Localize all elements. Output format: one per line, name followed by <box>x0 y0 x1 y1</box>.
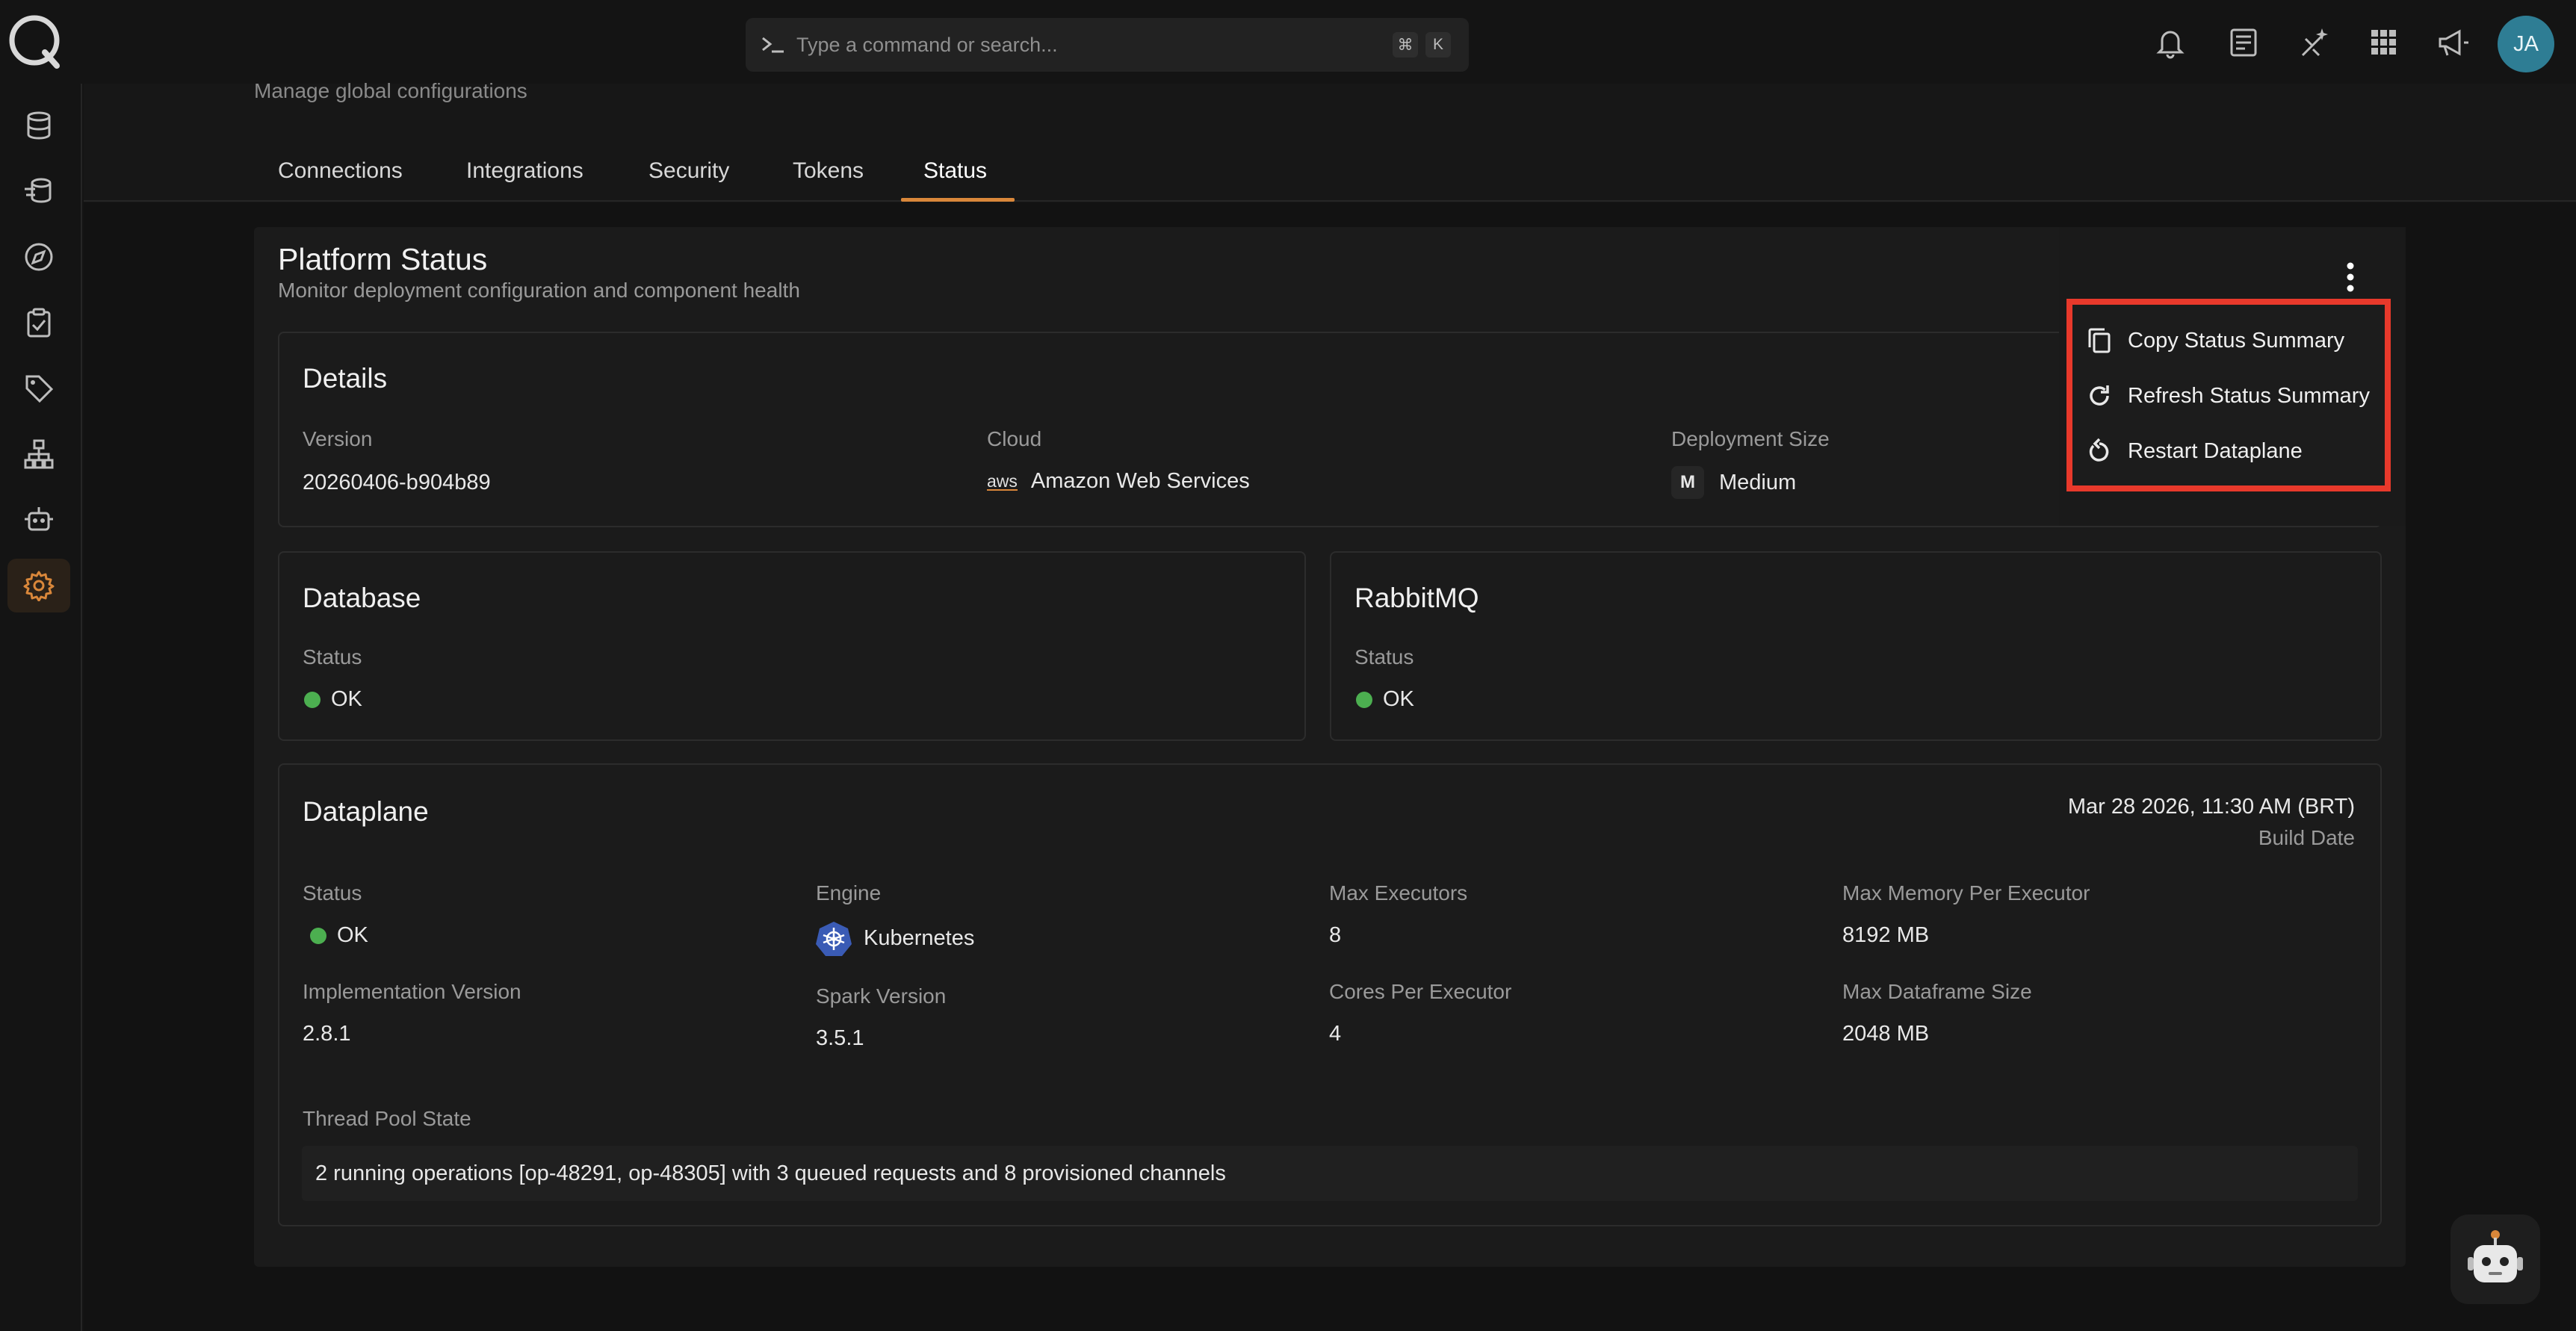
menu-item-label: Copy Status Summary <box>2128 328 2345 353</box>
build-date-label: Build Date <box>2258 826 2355 849</box>
sidebar-item-explore[interactable] <box>7 230 70 284</box>
spark-version-value: 3.5.1 <box>816 1026 864 1050</box>
database-status-label: Status <box>303 645 362 668</box>
rabbitmq-card <box>1330 551 2382 741</box>
sidebar-item-hierarchy[interactable] <box>7 427 70 481</box>
top-bar: Type a command or search... ⌘ K JA <box>0 0 2576 84</box>
spark-version-label: Spark Version <box>816 984 947 1008</box>
max-executors-value: 8 <box>1329 923 1342 947</box>
tab-security[interactable]: Security <box>648 158 729 184</box>
assistant-bot-button[interactable] <box>2450 1214 2540 1304</box>
status-ok-dot <box>1356 691 1372 708</box>
compass-icon <box>25 243 53 271</box>
hierarchy-icon <box>24 439 54 469</box>
dataplane-status-label: Status <box>303 881 362 905</box>
tab-tokens[interactable]: Tokens <box>793 158 864 184</box>
database-icon <box>27 111 51 140</box>
cloud-value-row: aws Amazon Web Services <box>987 469 1250 494</box>
robot-assistant-icon <box>2468 1230 2523 1282</box>
cores-label: Cores Per Executor <box>1329 980 1512 1003</box>
menu-item-refresh-status-summary[interactable]: Refresh Status Summary <box>2086 373 2370 418</box>
engine-label: Engine <box>816 881 882 905</box>
rabbitmq-status-value: OK <box>1383 687 1414 711</box>
impl-version-value: 2.8.1 <box>303 1022 351 1046</box>
dataplane-title: Dataplane <box>303 796 429 827</box>
tag-icon <box>25 375 54 403</box>
impl-version-label: Implementation Version <box>303 980 521 1003</box>
rabbitmq-status-label: Status <box>1354 645 1414 668</box>
sidebar-item-settings[interactable] <box>7 559 70 612</box>
details-title: Details <box>303 363 388 394</box>
cloud-value: Amazon Web Services <box>1030 469 1250 493</box>
max-dataframe-label: Max Dataframe Size <box>1842 980 2032 1003</box>
shortcut-key-k: K <box>1425 32 1451 58</box>
refresh-icon <box>2090 385 2109 406</box>
status-ok-dot <box>310 927 326 944</box>
max-memory-label: Max Memory Per Executor <box>1842 881 2090 905</box>
tab-connections[interactable]: Connections <box>278 158 403 184</box>
engine-value: Kubernetes <box>864 925 975 950</box>
cloud-label: Cloud <box>987 427 1042 450</box>
deployment-size-label: Deployment Size <box>1671 427 1830 450</box>
database-title: Database <box>303 583 421 613</box>
more-options-icon[interactable] <box>2338 260 2362 294</box>
kubernetes-icon <box>816 922 852 956</box>
page-subtitle: Manage global configurations <box>254 79 527 102</box>
aws-logo-icon: aws <box>987 471 1018 491</box>
sidebar-item-agents[interactable] <box>7 493 70 547</box>
announcements-megaphone-icon[interactable] <box>2436 25 2470 60</box>
rabbitmq-title: RabbitMQ <box>1354 583 1479 613</box>
rabbitmq-status-row: OK <box>1356 687 1414 712</box>
clipboard-check-icon <box>27 308 51 338</box>
version-value: 20260406-b904b89 <box>303 471 491 494</box>
shortcut-key-cmd: ⌘ <box>1393 32 1418 58</box>
app-logo[interactable] <box>7 13 64 70</box>
max-executors-label: Max Executors <box>1329 881 1468 905</box>
copy-icon <box>2088 328 2111 353</box>
tab-integrations[interactable]: Integrations <box>466 158 583 184</box>
sidebar-item-tasks[interactable] <box>7 296 70 350</box>
command-search-bar[interactable]: Type a command or search... ⌘ K <box>746 18 1469 72</box>
status-ok-dot <box>304 691 321 708</box>
database-card <box>278 551 1306 741</box>
user-avatar[interactable]: JA <box>2498 16 2554 72</box>
cores-value: 4 <box>1329 1022 1342 1046</box>
restart-icon <box>2089 438 2109 462</box>
apps-grid-icon[interactable] <box>2367 25 2401 60</box>
active-tab-indicator <box>901 198 1015 202</box>
max-memory-value: 8192 MB <box>1842 923 1930 947</box>
menu-item-label: Refresh Status Summary <box>2128 383 2370 408</box>
magic-wand-icon[interactable] <box>2297 25 2331 60</box>
database-status-value: OK <box>331 687 362 711</box>
sidebar-item-data-stream[interactable] <box>7 164 70 218</box>
max-dataframe-value: 2048 MB <box>1842 1022 1930 1046</box>
build-date-value: Mar 28 2026, 11:30 AM (BRT) <box>2067 795 2355 819</box>
robot-icon <box>25 507 53 531</box>
notifications-bell-icon[interactable] <box>2153 25 2188 60</box>
left-sidebar <box>0 84 82 1331</box>
size-badge-icon: M <box>1671 466 1704 499</box>
deployment-size-value: Medium <box>1719 470 1797 494</box>
tab-status[interactable]: Status <box>923 158 987 184</box>
deployment-size-row: M Medium <box>1671 466 1796 499</box>
engine-row: Kubernetes <box>816 920 974 956</box>
menu-item-label: Restart Dataplane <box>2128 438 2303 463</box>
page-description: Monitor deployment configuration and com… <box>278 279 800 302</box>
sidebar-item-tags[interactable] <box>7 362 70 415</box>
thread-pool-label: Thread Pool State <box>303 1107 471 1130</box>
dataplane-status-row: OK <box>310 923 368 948</box>
version-label: Version <box>303 427 373 450</box>
command-search-placeholder: Type a command or search... <box>796 33 1058 56</box>
page-title: Platform Status <box>278 242 488 276</box>
dataplane-status-value: OK <box>337 923 368 947</box>
menu-item-copy-status-summary[interactable]: Copy Status Summary <box>2086 318 2370 363</box>
document-list-icon[interactable] <box>2226 25 2261 60</box>
menu-item-restart-dataplane[interactable]: Restart Dataplane <box>2086 429 2370 474</box>
database-stream-icon <box>25 178 52 203</box>
gear-icon <box>23 571 55 601</box>
sidebar-item-database[interactable] <box>7 99 70 152</box>
terminal-prompt-icon <box>762 37 784 53</box>
database-status-row: OK <box>304 687 362 712</box>
thread-pool-value: 2 running operations [op-48291, op-48305… <box>302 1146 2358 1201</box>
